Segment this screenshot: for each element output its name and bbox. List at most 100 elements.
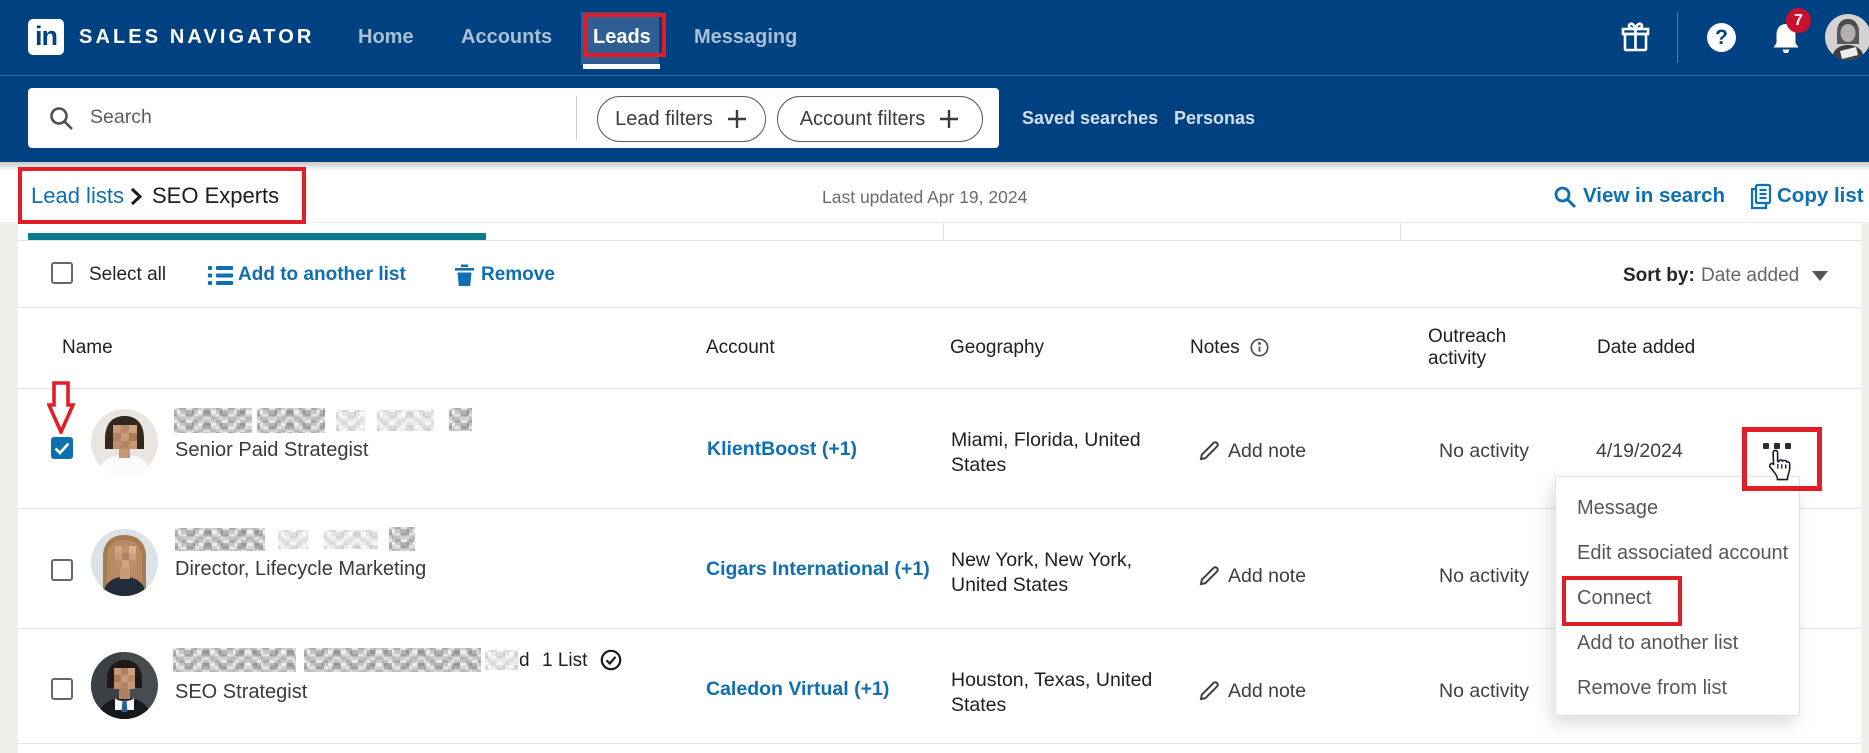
tab-separator [1400, 223, 1401, 240]
date-added-value: 4/19/2024 [1596, 440, 1683, 463]
nav-icons-divider [1677, 12, 1678, 63]
redacted-name [304, 648, 481, 672]
annotation-box-connect [1562, 576, 1682, 626]
plus-icon [938, 108, 960, 130]
lead-geography: Miami, Florida, United States [951, 428, 1169, 477]
personas-link[interactable]: Personas [1174, 108, 1255, 129]
table-header-separator [18, 388, 1861, 389]
menu-item-add-to-another-list[interactable]: Add to another list [1556, 621, 1799, 666]
remove-button[interactable]: Remove [481, 264, 555, 286]
redacted-badge-icon [449, 408, 472, 431]
annotation-arrow-checkbox [47, 381, 75, 439]
lists-badge: 1 List [542, 650, 587, 672]
lead-avatar[interactable] [91, 409, 158, 476]
notes-info-icon[interactable] [1250, 338, 1269, 362]
column-header-notes[interactable]: Notes [1190, 337, 1240, 359]
menu-item-message[interactable]: Message [1556, 486, 1799, 531]
select-all-label: Select all [89, 264, 166, 286]
plus-icon [726, 108, 748, 130]
copy-list-link[interactable]: Copy list [1777, 184, 1864, 208]
lead-filters-label: Lead filters [615, 108, 713, 131]
lead-geography: Houston, Texas, United States [951, 668, 1169, 717]
search-placeholder: Search [90, 106, 152, 129]
linkedin-logo[interactable]: in [28, 19, 64, 55]
annotation-box-breadcrumb [18, 167, 306, 224]
lead-avatar[interactable] [91, 529, 158, 596]
in-list-check-icon [600, 649, 622, 676]
redacted-degree [485, 650, 518, 670]
add-note-link[interactable]: Add note [1228, 565, 1306, 588]
redacted-name [174, 408, 252, 433]
nav-item-accounts[interactable]: Accounts [461, 26, 552, 49]
toolbar-separator [18, 307, 1861, 308]
lead-avatar[interactable] [91, 652, 158, 719]
redacted-name [175, 528, 265, 551]
nav-row-divider [0, 75, 1869, 76]
add-note-link[interactable]: Add note [1228, 680, 1306, 703]
add-note-pencil-icon [1198, 679, 1221, 707]
lead-title: Director, Lifecycle Marketing [175, 558, 426, 581]
add-note-pencil-icon [1198, 564, 1221, 592]
last-updated-text: Last updated Apr 19, 2024 [822, 187, 1027, 208]
column-header-date-added[interactable]: Date added [1597, 337, 1695, 359]
row-checkbox-checked[interactable] [51, 437, 73, 459]
sort-by-label: Sort by: [1623, 265, 1695, 287]
lead-geography: New York, New York, United States [951, 548, 1169, 597]
redacted-degree [336, 410, 365, 431]
menu-item-edit-associated-account[interactable]: Edit associated account [1556, 531, 1799, 576]
lead-title: SEO Strategist [175, 681, 307, 704]
lead-account-link[interactable]: KlientBoost (+1) [707, 438, 857, 461]
hand-cursor-icon [1766, 449, 1793, 486]
redacted-badge-icon [389, 527, 415, 551]
view-in-search-link[interactable]: View in search [1583, 184, 1725, 208]
search-icon [48, 105, 75, 137]
add-to-list-icon [208, 265, 233, 291]
copy-list-icon [1748, 183, 1773, 215]
sort-caret-icon[interactable] [1812, 271, 1828, 281]
annotation-box-leads [584, 13, 666, 57]
redacted-name [257, 408, 325, 433]
checkmark-icon [51, 437, 73, 459]
nav-item-messaging[interactable]: Messaging [694, 26, 797, 49]
menu-item-remove-from-list[interactable]: Remove from list [1556, 666, 1799, 711]
account-filters-button[interactable]: Account filters [777, 96, 983, 142]
sort-by-value[interactable]: Date added [1701, 265, 1799, 287]
lead-filters-button[interactable]: Lead filters [597, 96, 766, 142]
tab-separator [943, 223, 944, 240]
redacted-degree [278, 530, 308, 549]
redacted-degree [324, 530, 378, 549]
brand-title: SALES NAVIGATOR [79, 26, 314, 49]
leads-active-underline [583, 64, 660, 69]
account-filters-label: Account filters [800, 108, 926, 131]
column-header-account[interactable]: Account [706, 337, 775, 359]
view-in-search-icon [1553, 185, 1577, 214]
select-all-checkbox[interactable] [51, 262, 73, 284]
notification-count-badge: 7 [1786, 8, 1811, 33]
active-tab-indicator [28, 233, 486, 240]
column-header-geography[interactable]: Geography [950, 337, 1044, 359]
column-header-name[interactable]: Name [62, 337, 113, 359]
lead-account-link[interactable]: Caledon Virtual (+1) [706, 678, 889, 701]
saved-searches-link[interactable]: Saved searches [1022, 108, 1158, 129]
remove-trash-icon [453, 263, 476, 292]
redacted-degree [377, 410, 434, 431]
outreach-activity-value: No activity [1439, 680, 1529, 703]
outreach-activity-value: No activity [1439, 565, 1529, 588]
gift-icon[interactable] [1620, 22, 1651, 58]
column-header-outreach-activity[interactable]: Outreach activity [1428, 326, 1538, 370]
row-checkbox[interactable] [51, 678, 73, 700]
add-note-pencil-icon [1198, 439, 1221, 467]
nav-item-home[interactable]: Home [358, 26, 414, 49]
redacted-name [173, 648, 296, 672]
outreach-activity-value: No activity [1439, 440, 1529, 463]
name-visible-fragment: d [519, 650, 530, 672]
lead-account-link[interactable]: Cigars International (+1) [706, 558, 930, 581]
sales-navigator-lead-list-page: in SALES NAVIGATOR Home Accounts Leads M… [0, 0, 1869, 753]
add-to-another-list-button[interactable]: Add to another list [238, 264, 406, 286]
add-note-link[interactable]: Add note [1228, 440, 1306, 463]
help-icon[interactable]: ? [1707, 23, 1736, 52]
user-avatar[interactable] [1825, 14, 1869, 60]
lead-title: Senior Paid Strategist [175, 439, 368, 462]
row-checkbox[interactable] [51, 559, 73, 581]
row-separator [18, 743, 1861, 744]
